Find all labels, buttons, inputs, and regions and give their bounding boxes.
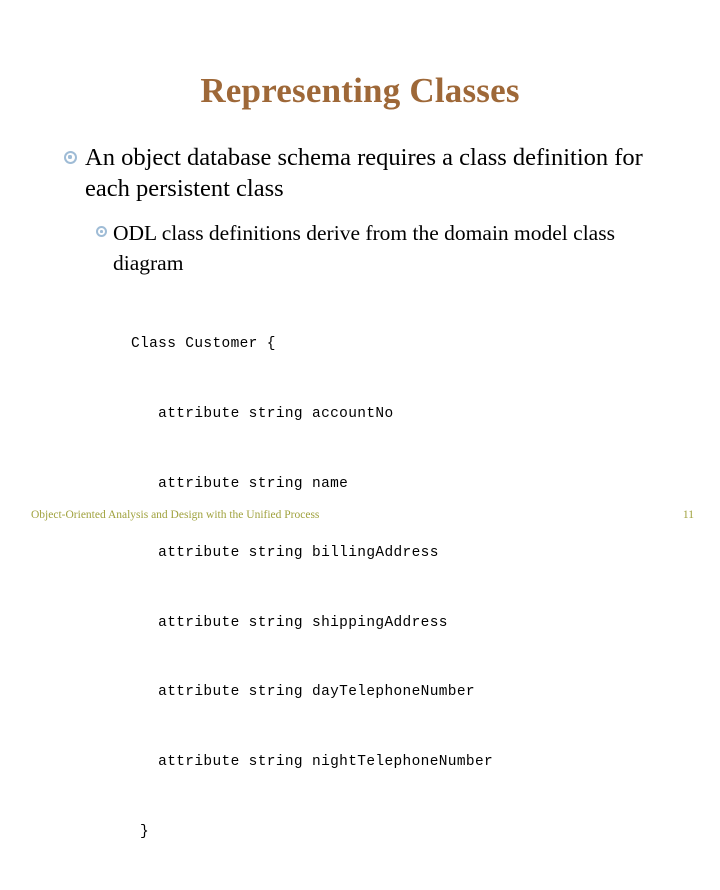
- code-line: Class Customer {: [131, 336, 276, 353]
- bullet-level1-text: An object database schema requires a cla…: [85, 144, 643, 202]
- slide-footer: Object-Oriented Analysis and Design with…: [0, 500, 720, 540]
- target-bullet-icon: [96, 226, 107, 237]
- code-line: attribute string dayTelephoneNumber: [131, 684, 475, 701]
- code-line: attribute string shippingAddress: [131, 614, 448, 631]
- slide-body: An object database schema requires a cla…: [0, 142, 720, 278]
- code-line: attribute string accountNo: [131, 406, 394, 423]
- bullet-level2-text: ODL class definitions derive from the do…: [113, 221, 615, 275]
- bullet-item-level1: An object database schema requires a cla…: [0, 142, 720, 204]
- bullet-item-level2: ODL class definitions derive from the do…: [0, 218, 720, 278]
- page-title: Representing Classes: [200, 71, 520, 110]
- target-bullet-icon: [64, 151, 77, 164]
- code-line: attribute string billingAddress: [131, 545, 439, 562]
- footer-book-title: Object-Oriented Analysis and Design with…: [31, 509, 320, 521]
- code-line: attribute string name: [131, 475, 349, 492]
- code-block: Class Customer { attribute string accoun…: [131, 287, 493, 890]
- footer-page-number: 11: [682, 509, 694, 521]
- code-line: attribute string nightTelephoneNumber: [131, 754, 494, 771]
- code-line: }: [131, 823, 150, 840]
- slide-canvas: Representing Classes An object database …: [0, 0, 720, 840]
